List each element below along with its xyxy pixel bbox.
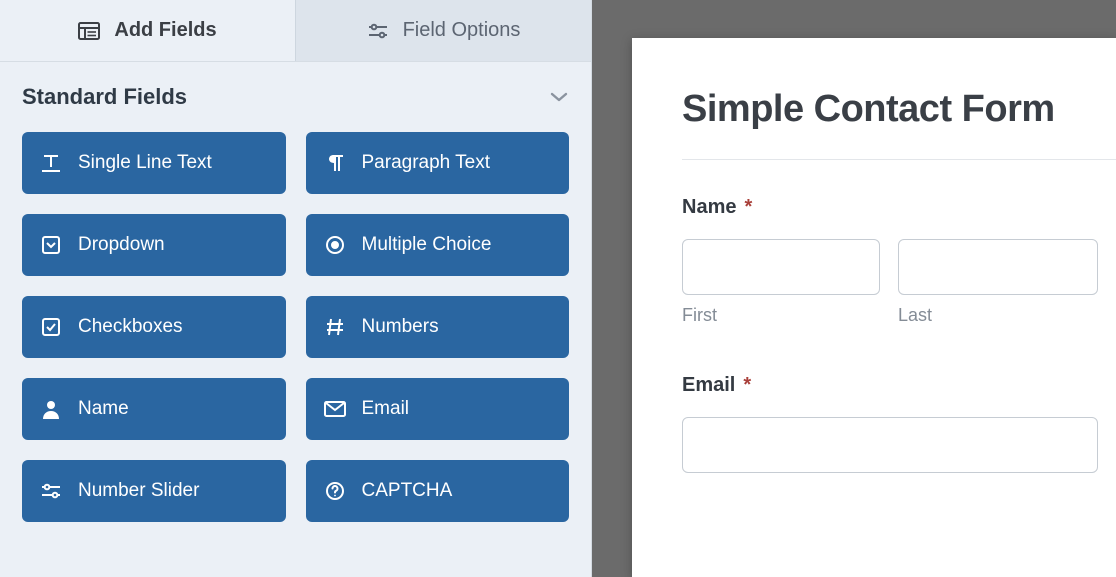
field-label: Name [78,398,129,420]
field-dropdown[interactable]: Dropdown [22,214,286,276]
chevron-down-icon [549,91,569,103]
email-input[interactable] [682,417,1098,473]
text-cursor-icon [40,152,62,174]
form-canvas: Simple Contact Form Name * First Last Em… [592,0,1116,577]
envelope-icon [324,398,346,420]
label-text: Email [682,374,735,397]
required-mark: * [744,196,752,219]
field-label: Numbers [362,316,439,338]
section-header-standard-fields[interactable]: Standard Fields [22,84,569,110]
divider [682,159,1116,160]
dropdown-icon [40,234,62,256]
field-label: Email [362,398,410,420]
field-name[interactable]: Name [22,378,286,440]
field-number-slider[interactable]: Number Slider [22,460,286,522]
help-circle-icon [324,480,346,502]
tab-field-options[interactable]: Field Options [295,0,591,61]
user-icon [40,398,62,420]
required-mark: * [743,374,751,397]
sublabel-first: First [682,305,880,326]
first-name-input[interactable] [682,239,880,295]
sublabel-last: Last [898,305,1098,326]
sliders-icon [40,480,62,502]
field-label: Paragraph Text [362,152,491,174]
paragraph-icon [324,152,346,174]
sliders-icon [367,22,389,40]
name-first-col: First [682,239,880,326]
field-label: Single Line Text [78,152,212,174]
field-label: Dropdown [78,234,165,256]
section-title: Standard Fields [22,84,187,110]
panel-tabs: Add Fields Field Options [0,0,591,62]
field-label: Multiple Choice [362,234,492,256]
form-field-name[interactable]: Name * First Last [682,196,1116,326]
field-captcha[interactable]: CAPTCHA [306,460,570,522]
field-paragraph-text[interactable]: Paragraph Text [306,132,570,194]
last-name-input[interactable] [898,239,1098,295]
form-title: Simple Contact Form [682,88,1116,131]
field-numbers[interactable]: Numbers [306,296,570,358]
name-inputs-row: First Last [682,239,1116,326]
field-label: Checkboxes [78,316,183,338]
radio-icon [324,234,346,256]
field-label-email: Email * [682,374,1116,397]
field-label-name: Name * [682,196,1116,219]
label-text: Name [682,196,736,219]
tab-label: Add Fields [114,19,216,42]
name-last-col: Last [898,239,1098,326]
field-email[interactable]: Email [306,378,570,440]
field-label: CAPTCHA [362,480,453,502]
field-checkboxes[interactable]: Checkboxes [22,296,286,358]
field-grid: Single Line Text Paragraph Text Dro [22,132,569,542]
form-field-email[interactable]: Email * [682,374,1116,473]
form-icon [78,22,100,40]
field-multiple-choice[interactable]: Multiple Choice [306,214,570,276]
field-single-line-text[interactable]: Single Line Text [22,132,286,194]
form-preview[interactable]: Simple Contact Form Name * First Last Em… [632,38,1116,577]
tab-label: Field Options [403,19,521,42]
checkbox-icon [40,316,62,338]
standard-fields-section: Standard Fields Single Line Text [0,62,591,542]
field-label: Number Slider [78,480,199,502]
fields-panel: Add Fields Field Options Standard Fields [0,0,592,577]
tab-add-fields[interactable]: Add Fields [0,0,295,61]
hash-icon [324,316,346,338]
